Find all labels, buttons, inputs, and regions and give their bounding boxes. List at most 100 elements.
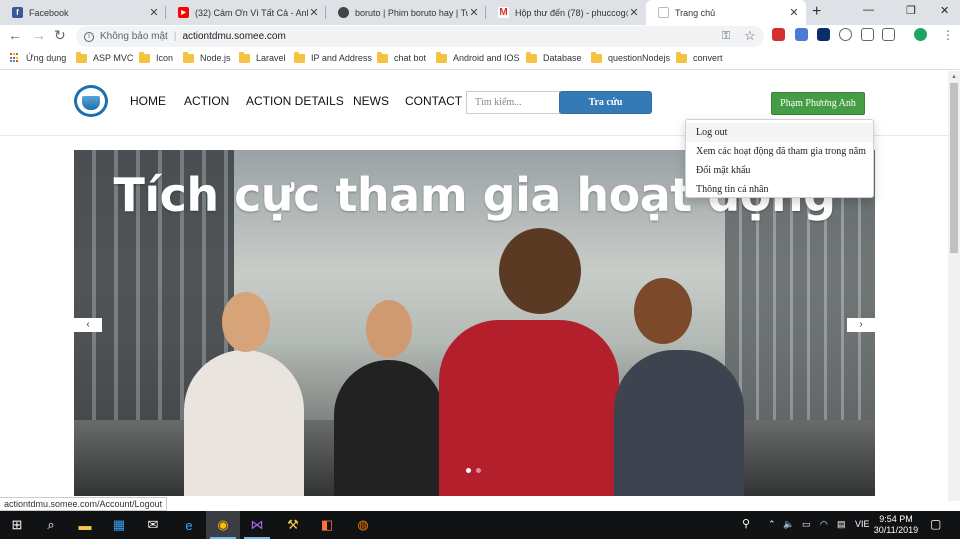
people-icon[interactable]: ⚲ xyxy=(742,517,750,530)
hero-photo-person xyxy=(614,350,744,496)
windows-start-icon[interactable]: ⊞ xyxy=(0,511,34,539)
screenshot-extension-icon[interactable] xyxy=(882,28,895,41)
back-icon[interactable]: ← xyxy=(8,27,22,43)
bookmark-apps[interactable]: Ứng dụng xyxy=(10,53,66,63)
gmail-icon: M xyxy=(498,7,509,18)
forward-icon[interactable]: → xyxy=(32,27,46,43)
menu-item-profile[interactable]: Thông tin cá nhân xyxy=(686,180,873,199)
tab-gmail[interactable]: M Hộp thư đến (78) - phuccog@g ✕ xyxy=(486,0,646,25)
bookmark-folder[interactable]: ASP MVC xyxy=(76,51,133,63)
bookmark-label: convert xyxy=(693,53,723,63)
onion-icon[interactable]: ◍ xyxy=(346,511,380,539)
tab-boruto[interactable]: boruto | Phim boruto hay | Tuy ✕ xyxy=(326,0,486,25)
tools-icon[interactable]: ⚒ xyxy=(276,511,310,539)
user-menu-button[interactable]: Phạm Phương Anh xyxy=(771,92,865,115)
folder-icon xyxy=(76,51,87,63)
tab-trang-chu[interactable]: Trang chủ ✕ xyxy=(646,0,806,25)
youtube-icon: ▶ xyxy=(178,7,189,18)
visual-studio-icon[interactable]: ⋈ xyxy=(240,511,274,539)
bookmark-folder[interactable]: questionNodejs xyxy=(591,51,670,63)
profile-avatar[interactable] xyxy=(914,28,927,41)
browser-360-icon[interactable]: ◧ xyxy=(310,511,344,539)
battery-icon[interactable]: ▭ xyxy=(802,519,811,530)
bookmark-folder[interactable]: convert xyxy=(676,51,723,63)
bookmark-folder[interactable]: Android and IOS xyxy=(436,51,520,63)
search-input[interactable] xyxy=(466,91,560,114)
menu-icon[interactable]: ⋮ xyxy=(942,28,954,42)
menu-item-logout[interactable]: Log out xyxy=(686,123,873,142)
carousel-indicator[interactable] xyxy=(466,468,471,473)
carousel-indicator[interactable] xyxy=(476,468,481,473)
extension-icon[interactable] xyxy=(839,28,852,41)
minimize-icon[interactable]: — xyxy=(863,4,874,16)
bookmark-star-icon[interactable]: ☆ xyxy=(744,28,756,44)
close-tab-icon[interactable]: ✕ xyxy=(788,6,800,19)
store-icon[interactable]: ▦ xyxy=(102,511,136,539)
reload-icon[interactable]: ↻ xyxy=(54,27,66,44)
notification-icon[interactable]: ▢ xyxy=(930,517,941,531)
bookmark-folder[interactable]: Node.js xyxy=(183,51,231,63)
bookmark-folder[interactable]: Laravel xyxy=(239,51,286,63)
carousel-prev-button[interactable]: ‹ xyxy=(74,318,102,332)
bookmark-folder[interactable]: Icon xyxy=(139,51,173,63)
ime-icon[interactable]: ▤ xyxy=(837,519,846,530)
tab-title: (32) Cảm Ơn Vì Tất Cả - Anh Q xyxy=(195,7,308,18)
system-clock[interactable]: 9:54 PM 30/11/2019 xyxy=(872,514,920,536)
info-icon[interactable]: i xyxy=(84,31,94,42)
nav-news[interactable]: NEWS xyxy=(353,94,389,108)
close-tab-icon[interactable]: ✕ xyxy=(148,6,160,19)
wifi-icon[interactable]: ◠ xyxy=(820,519,828,530)
bookmark-label: IP and Address xyxy=(311,53,372,63)
nav-home[interactable]: HOME xyxy=(130,94,166,108)
new-tab-button[interactable]: + xyxy=(812,3,821,21)
adblock-extension-icon[interactable] xyxy=(772,28,785,41)
bookmark-folder[interactable]: chat bot xyxy=(377,51,427,63)
translate-extension-icon[interactable] xyxy=(795,28,808,41)
restore-icon[interactable]: ❐ xyxy=(906,4,916,17)
folder-icon xyxy=(526,51,537,63)
language-indicator[interactable]: VIE xyxy=(855,519,870,529)
mail-icon[interactable]: ✉ xyxy=(136,511,170,539)
web-page: HOME ACTION ACTION DETAILS NEWS CONTACT … xyxy=(0,71,948,496)
bookmark-label: Ứng dụng xyxy=(26,53,67,63)
search-icon[interactable]: ⌕ xyxy=(34,511,68,539)
tab-youtube[interactable]: ▶ (32) Cảm Ơn Vì Tất Cả - Anh Q ✕ xyxy=(166,0,326,25)
search-button[interactable]: Tra cứu xyxy=(559,91,652,114)
close-window-icon[interactable]: ✕ xyxy=(940,4,949,17)
tab-facebook[interactable]: f Facebook ✕ xyxy=(0,0,166,25)
hero-carousel: Tích cực tham gia hoạt động ‹ › xyxy=(74,150,875,496)
chrome-icon[interactable]: ◉ xyxy=(206,511,240,539)
close-tab-icon[interactable]: ✕ xyxy=(468,6,480,19)
bookmark-folder[interactable]: IP and Address xyxy=(294,51,372,63)
scroll-up-icon[interactable]: ▲ xyxy=(951,74,957,80)
link-status-bar: actiontdmu.somee.com/Account/Logout xyxy=(0,497,168,511)
volume-icon[interactable]: 🔈 xyxy=(783,519,794,530)
tab-title: Trang chủ xyxy=(675,7,716,18)
chevron-up-icon[interactable]: ⌃ xyxy=(768,519,776,530)
site-logo[interactable] xyxy=(74,85,108,117)
bookmark-label: chat bot xyxy=(394,53,427,63)
bookmark-label: Android and IOS xyxy=(453,53,520,63)
file-explorer-icon[interactable]: ▬ xyxy=(68,511,102,539)
divider: | xyxy=(173,31,177,42)
extension-icon[interactable] xyxy=(817,28,830,41)
close-tab-icon[interactable]: ✕ xyxy=(628,6,640,19)
key-icon[interactable]: ⚿ xyxy=(722,30,730,43)
menu-item-view-activities[interactable]: Xem các hoạt động đã tham gia trong năm xyxy=(686,142,873,161)
menu-item-change-password[interactable]: Đổi mật khẩu xyxy=(686,161,873,180)
carousel-next-button[interactable]: › xyxy=(847,318,875,332)
nav-contact[interactable]: CONTACT xyxy=(405,94,462,108)
bookmark-folder[interactable]: Database xyxy=(526,51,582,63)
apps-grid-icon xyxy=(10,53,20,63)
close-tab-icon[interactable]: ✕ xyxy=(308,6,320,19)
nav-action-details[interactable]: ACTION DETAILS xyxy=(246,94,344,108)
camera-extension-icon[interactable] xyxy=(861,28,874,41)
browser-toolbar: ← → ↻ i Không bảo mật | actiontdmu.somee… xyxy=(0,25,960,48)
scrollbar-thumb[interactable] xyxy=(950,83,958,253)
hero-photo-person xyxy=(334,360,444,496)
address-bar[interactable]: i Không bảo mật | actiontdmu.somee.com xyxy=(76,26,764,47)
edge-icon[interactable]: e xyxy=(172,511,206,539)
nav-action[interactable]: ACTION xyxy=(184,94,229,108)
page-scrollbar[interactable]: ▲ xyxy=(948,71,960,501)
not-secure-label: Không bảo mật xyxy=(100,31,168,42)
